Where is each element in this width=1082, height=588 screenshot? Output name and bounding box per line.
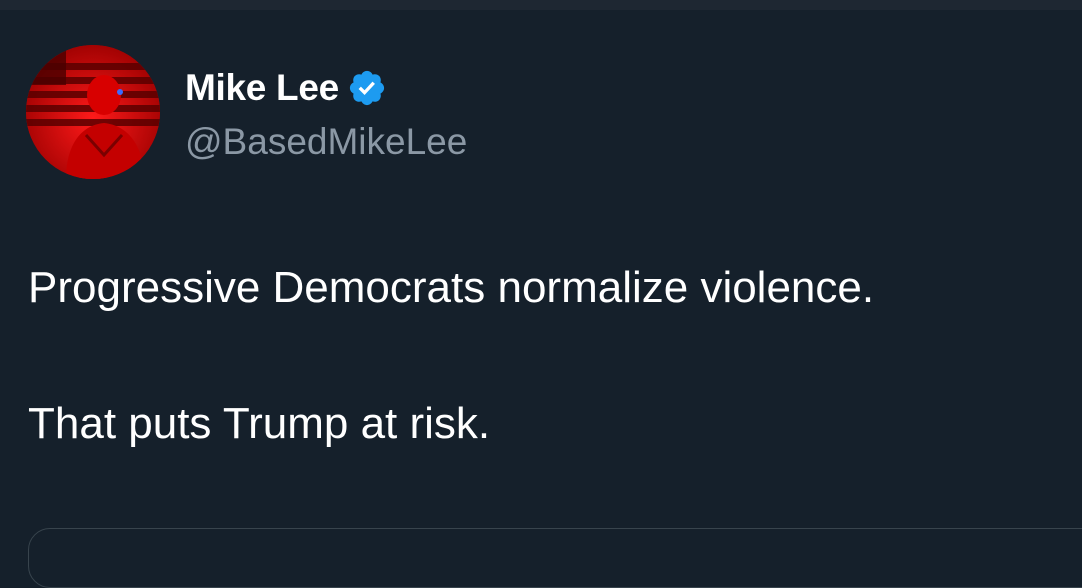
name-row: Mike Lee [185, 66, 387, 110]
tweet-paragraph: Progressive Democrats normalize violence… [28, 263, 875, 312]
avatar[interactable] [26, 45, 160, 179]
avatar-image [26, 45, 160, 179]
quoted-card[interactable] [28, 528, 1082, 588]
display-name[interactable]: Mike Lee [185, 66, 339, 110]
top-bar [0, 0, 1082, 10]
verified-badge-icon [347, 68, 387, 108]
user-handle[interactable]: @BasedMikeLee [185, 120, 467, 164]
tweet-paragraph: That puts Trump at risk. [28, 399, 491, 448]
tweet-text: Progressive Democrats normalize violence… [28, 260, 1058, 452]
tweet-card: Mike Lee @BasedMikeLee Progressive Democ… [0, 10, 1082, 588]
